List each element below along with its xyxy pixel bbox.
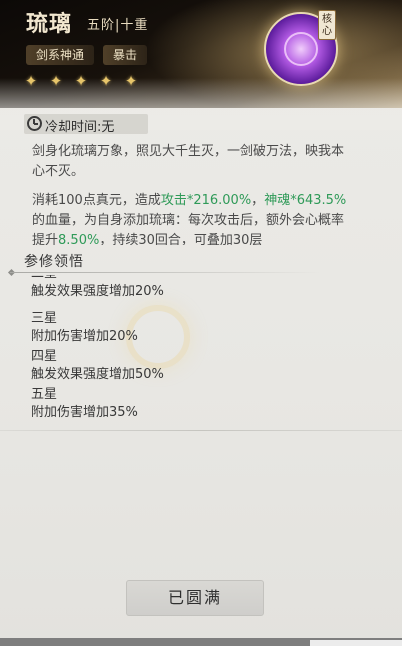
stage-value: 触发效果强度增加50%	[31, 367, 164, 382]
stage-value: 附加伤害增加20%	[31, 329, 138, 344]
cooldown-box: 冷却时间:无	[24, 114, 148, 135]
stage-item: 三星 附加伤害增加20%	[31, 310, 138, 346]
stage-item: 五星 附加伤害增加35%	[31, 386, 138, 422]
flame-star-icon: ✦	[24, 72, 38, 90]
flame-star-icon: ✦	[124, 72, 138, 90]
flame-star-icon: ✦	[49, 72, 63, 90]
flame-star-icon: ✦	[99, 72, 113, 90]
effect-highlight-crit: 8.50%	[58, 233, 100, 245]
core-badge: 核心	[318, 10, 336, 40]
skill-detail-panel: 琉璃 五阶|十重 剑系神通 暴击 ✦ ✦ ✦ ✦ ✦ 核心 冷却时间:无 剑身化…	[0, 0, 402, 646]
skill-effect: 消耗100点真元，造成攻击*216.00%，神魂*643.5%的血量，为自身添加…	[32, 191, 352, 245]
flame-star-icon: ✦	[74, 72, 88, 90]
skill-level: 五阶|十重	[87, 18, 149, 33]
stage-value: 触发效果强度增加20%	[31, 284, 164, 299]
skill-description: 剑身化琉璃万象，照见大千生灭，一剑破万法，映我本心不灭。	[32, 144, 345, 179]
stage-title: 二星	[31, 275, 164, 283]
content-divider	[0, 430, 402, 431]
section-divider	[10, 272, 322, 273]
stage-value: 附加伤害增加35%	[31, 405, 138, 420]
stage-title: 四星	[31, 349, 58, 364]
section-title: 参修领悟	[24, 254, 84, 270]
tag-critical: 暴击	[103, 45, 148, 65]
effect-highlight-attack: 攻击*216.00%	[160, 193, 252, 208]
stage-title: 三星	[31, 311, 58, 326]
tag-sword-school: 剑系神通	[26, 45, 95, 65]
stage-item: 二星 触发效果强度增加20%	[31, 275, 164, 305]
stage-item: 四星 触发效果强度增加50%	[31, 348, 164, 384]
effect-highlight-soul: 神魂*643.5%	[264, 193, 347, 208]
stage-title: 五星	[31, 387, 58, 402]
skill-name: 琉璃	[26, 11, 73, 37]
clock-icon	[27, 116, 42, 131]
cooldown-text: 冷却时间:无	[45, 120, 115, 135]
completed-button[interactable]: 已圆满	[126, 580, 264, 616]
